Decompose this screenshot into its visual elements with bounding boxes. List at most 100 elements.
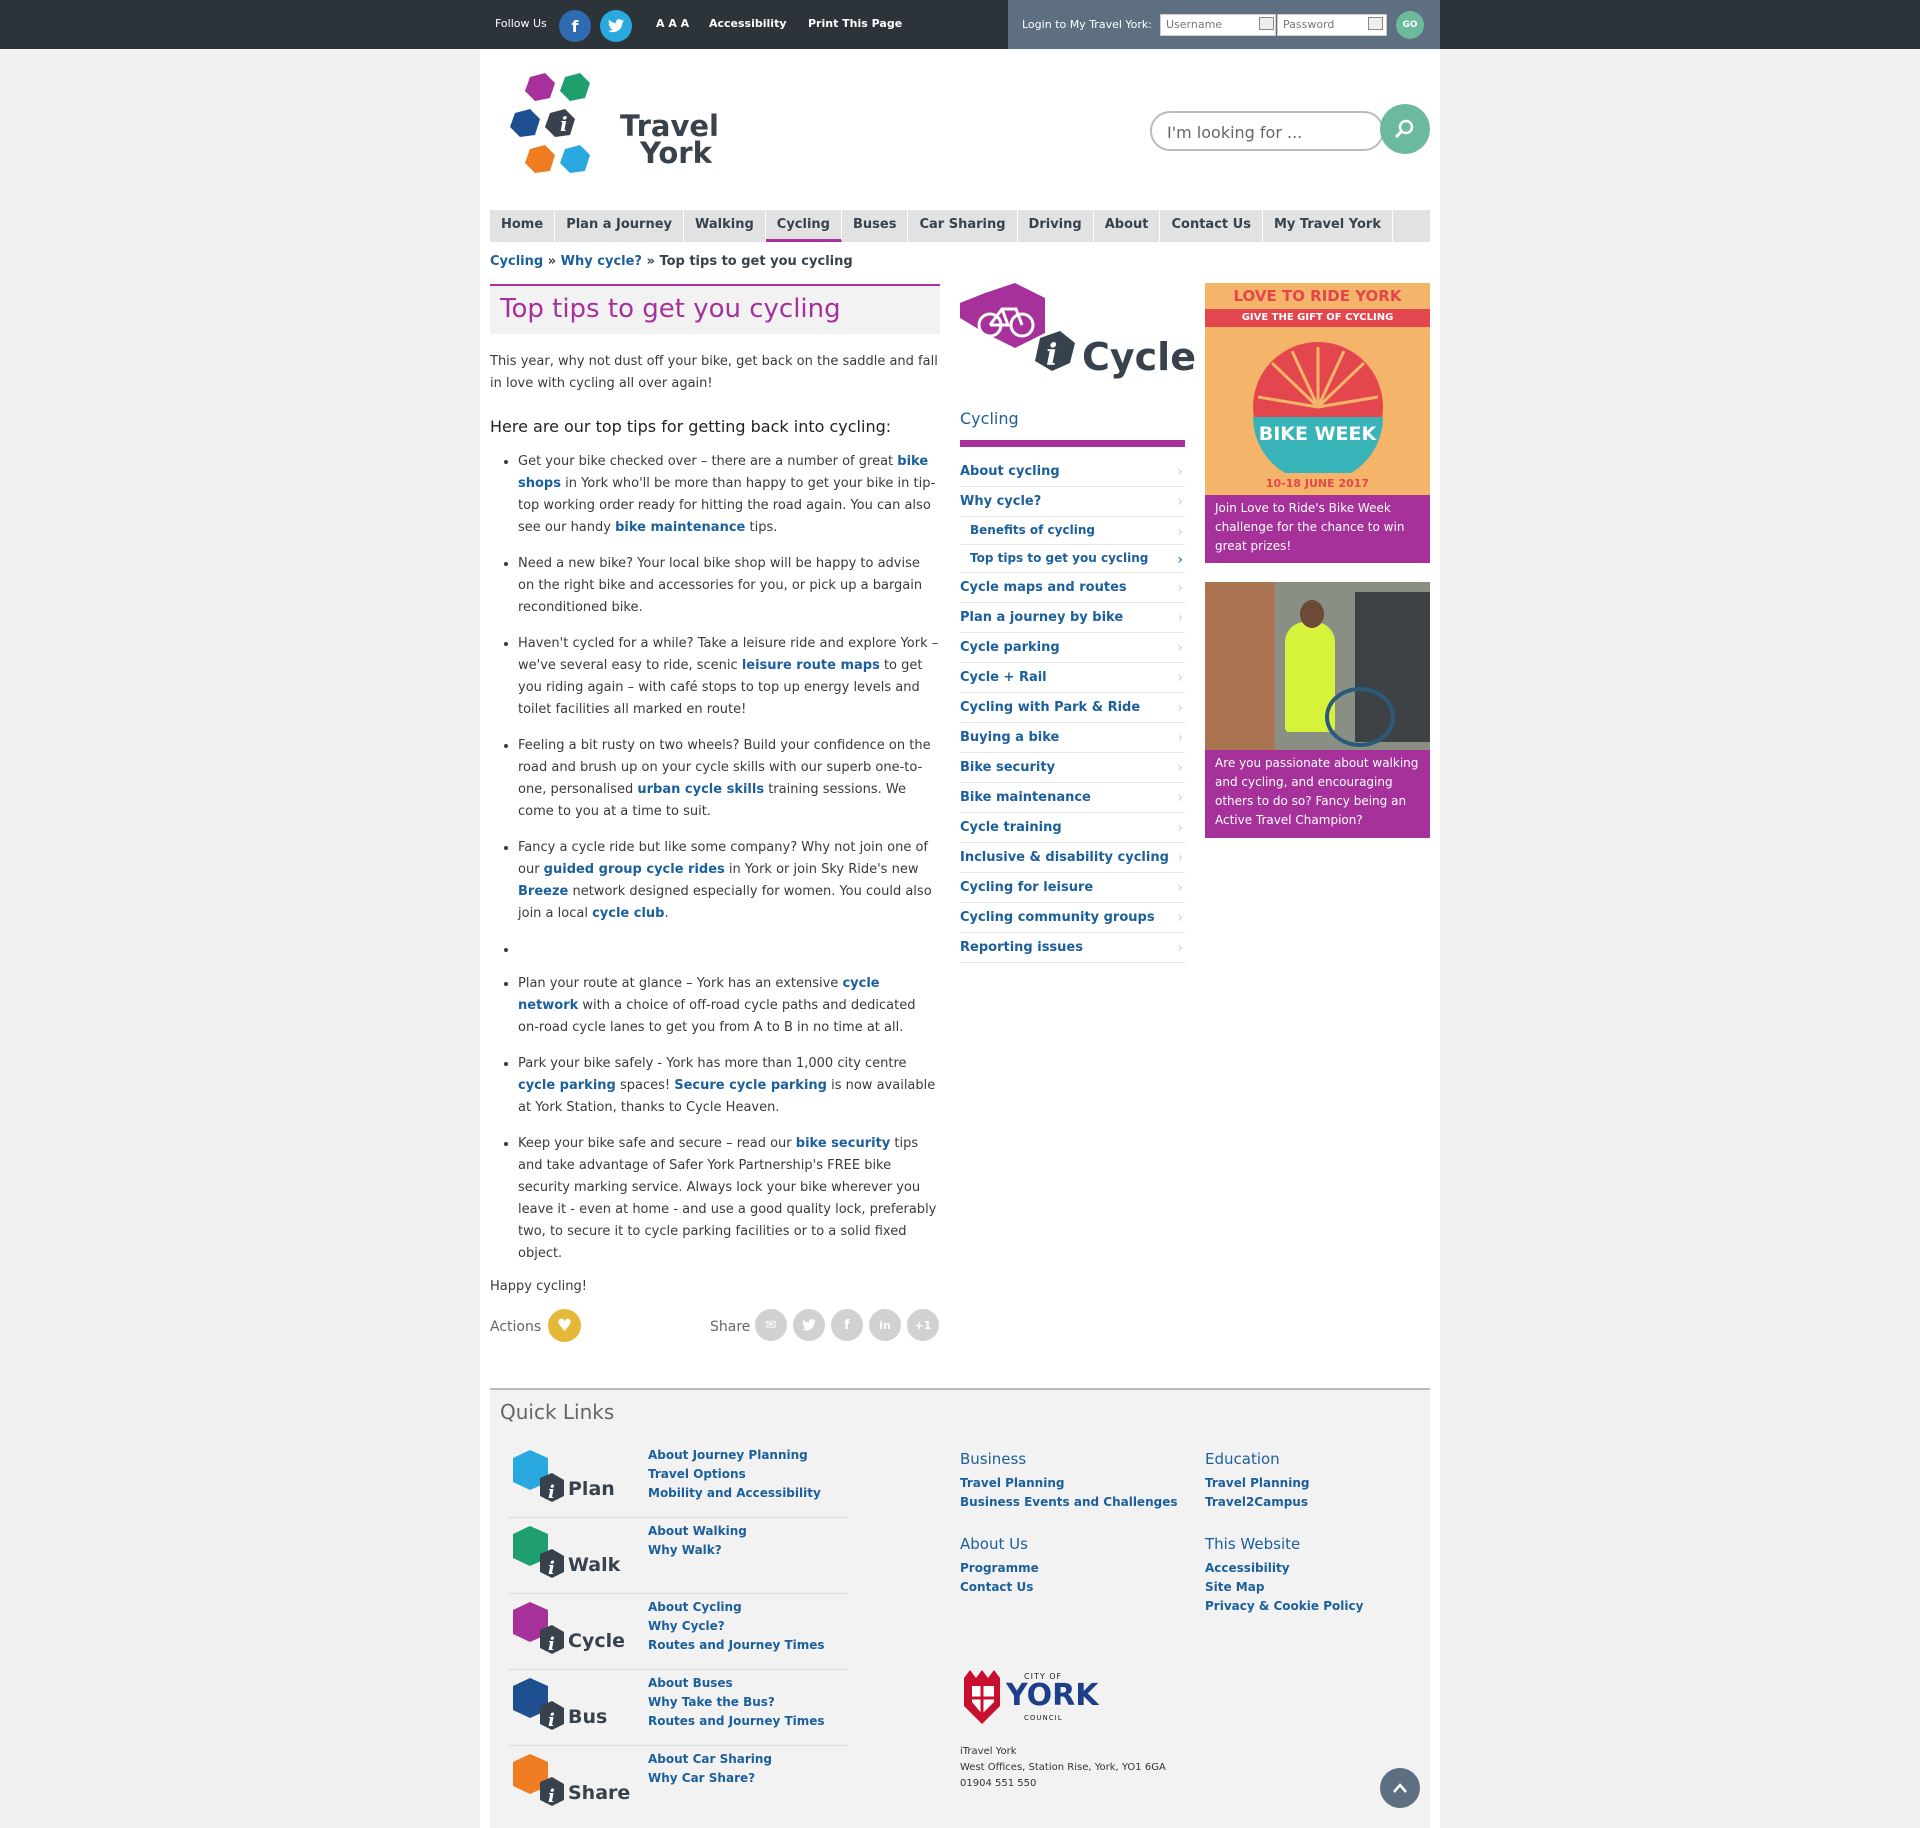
link-accessibility[interactable]: Accessibility (1205, 1559, 1363, 1578)
facebook-icon[interactable]: f (831, 1309, 863, 1341)
chevron-right-icon: › (1177, 850, 1183, 866)
sidebar-item-buying-bike[interactable]: Buying a bike › (960, 723, 1185, 753)
about-heading: About Us (960, 1535, 1028, 1553)
link-mobility-accessibility[interactable]: Mobility and Accessibility (648, 1484, 821, 1503)
secure-cycle-parking-link[interactable]: Secure cycle parking (674, 1078, 827, 1093)
search-input[interactable]: I'm looking for ... (1150, 111, 1384, 151)
link-why-car-share[interactable]: Why Car Share? (648, 1769, 772, 1788)
link-about-cycling[interactable]: About Cycling (648, 1598, 825, 1617)
nav-buses[interactable]: Buses (842, 210, 909, 242)
nav-contact-us[interactable]: Contact Us (1160, 210, 1263, 242)
nav-about[interactable]: About (1094, 210, 1161, 242)
bike-maintenance-link[interactable]: bike maintenance (615, 520, 745, 535)
heart-icon[interactable]: ♥ (548, 1309, 581, 1342)
sidebar-item-cycle-rail[interactable]: Cycle + Rail › (960, 663, 1185, 693)
twitter-icon[interactable] (600, 10, 632, 42)
sidebar-item-reporting-issues[interactable]: Reporting issues › (960, 933, 1185, 963)
link-about-car-sharing[interactable]: About Car Sharing (648, 1750, 772, 1769)
sidebar-item-cycle-maps[interactable]: Cycle maps and routes › (960, 573, 1185, 603)
breadcrumb-current: Top tips to get you cycling (659, 254, 853, 269)
urban-cycle-skills-link[interactable]: urban cycle skills (637, 782, 764, 797)
ibus-logo[interactable]: i Bus (508, 1678, 618, 1736)
page-title: Top tips to get you cycling (500, 294, 841, 324)
link-about-journey-planning[interactable]: About Journey Planning (648, 1446, 821, 1465)
google-plus-icon[interactable]: +1 (907, 1309, 939, 1341)
active-travel-promo[interactable]: Are you passionate about walking and cyc… (1205, 582, 1430, 838)
section-nav-title[interactable]: Cycling (960, 409, 1185, 447)
facebook-icon[interactable]: f (559, 10, 591, 42)
sidebar-item-community-groups[interactable]: Cycling community groups › (960, 903, 1185, 933)
bike-week-text: Join Love to Ride's Bike Week challenge … (1205, 495, 1430, 563)
nav-cycling[interactable]: Cycling (765, 210, 842, 242)
link-why-cycle[interactable]: Why Cycle? (648, 1617, 825, 1636)
icycle-small-logo[interactable]: i Cycle (508, 1602, 625, 1660)
itravel-york-logo[interactable]: i Travel York (510, 73, 719, 193)
city-of-york-council-logo[interactable]: CITY OF YORK COUNCIL (960, 1668, 1100, 1728)
sidebar-item-bike-security[interactable]: Bike security › (960, 753, 1185, 783)
accessibility-link[interactable]: Accessibility (709, 17, 787, 30)
cycle-parking-link[interactable]: cycle parking (518, 1078, 616, 1093)
breadcrumb-cycling[interactable]: Cycling (490, 254, 543, 269)
link-why-walk[interactable]: Why Walk? (648, 1541, 747, 1560)
link-about-buses[interactable]: About Buses (648, 1674, 825, 1693)
link-travel2campus[interactable]: Travel2Campus (1205, 1493, 1309, 1512)
iwalk-logo[interactable]: i Walk (508, 1526, 620, 1584)
link-site-map[interactable]: Site Map (1205, 1578, 1363, 1597)
link-contact-us[interactable]: Contact Us (960, 1578, 1039, 1597)
breeze-link[interactable]: Breeze (518, 884, 568, 899)
intro-text: This year, why not dust off your bike, g… (490, 354, 938, 391)
sidebar-item-park-ride[interactable]: Cycling with Park & Ride › (960, 693, 1185, 723)
bike-week-promo[interactable]: LOVE TO RIDE YORK GIVE THE GIFT OF CYCLI… (1205, 283, 1430, 563)
cycle-club-link[interactable]: cycle club (592, 906, 664, 921)
twitter-icon[interactable] (793, 1309, 825, 1341)
nav-car-sharing[interactable]: Car Sharing (908, 210, 1018, 242)
list-item: Park your bike safely - York has more th… (518, 1053, 940, 1119)
login-go-button[interactable]: GO (1396, 11, 1424, 39)
link-business-travel-planning[interactable]: Travel Planning (960, 1474, 1177, 1493)
nav-plan-a-journey[interactable]: Plan a Journey (555, 210, 685, 242)
email-icon[interactable]: ✉ (755, 1309, 787, 1341)
chevron-up-icon (1393, 1783, 1407, 1793)
link-bus-routes[interactable]: Routes and Journey Times (648, 1712, 825, 1731)
address-block: iTravel York West Offices, Station Rise,… (960, 1746, 1166, 1789)
sidebar-item-cycle-parking[interactable]: Cycle parking › (960, 633, 1185, 663)
breadcrumb-why-cycle[interactable]: Why cycle? (561, 254, 642, 269)
sidebar-item-about-cycling[interactable]: About cycling › (960, 457, 1185, 487)
sidebar-item-cycling-leisure[interactable]: Cycling for leisure › (960, 873, 1185, 903)
link-programme[interactable]: Programme (960, 1559, 1039, 1578)
actions-bar: Actions ♥ (490, 1309, 581, 1342)
sidebar-item-why-cycle[interactable]: Why cycle? › (960, 487, 1185, 517)
link-education-travel-planning[interactable]: Travel Planning (1205, 1474, 1309, 1493)
sidebar-item-benefits-of-cycling[interactable]: Benefits of cycling › (960, 517, 1185, 545)
sidebar-item-cycle-training[interactable]: Cycle training › (960, 813, 1185, 843)
link-cycle-routes[interactable]: Routes and Journey Times (648, 1636, 825, 1655)
top-bar: Follow Us f A A A Accessibility Print Th… (0, 0, 1920, 49)
text-size-toggle[interactable]: A A A (656, 17, 689, 30)
bike-security-link[interactable]: bike security (796, 1136, 890, 1151)
nav-home[interactable]: Home (490, 210, 556, 242)
link-about-walking[interactable]: About Walking (648, 1522, 747, 1541)
linkedin-icon[interactable]: in (869, 1309, 901, 1341)
guided-group-rides-link[interactable]: guided group cycle rides (544, 862, 725, 877)
back-to-top-button[interactable] (1380, 1768, 1420, 1808)
iplan-logo[interactable]: i Plan (508, 1450, 618, 1508)
link-why-bus[interactable]: Why Take the Bus? (648, 1693, 825, 1712)
search-button[interactable] (1380, 104, 1430, 154)
sidebar-item-bike-maintenance[interactable]: Bike maintenance › (960, 783, 1185, 813)
print-page-link[interactable]: Print This Page (808, 17, 902, 30)
link-privacy-cookie[interactable]: Privacy & Cookie Policy (1205, 1597, 1363, 1616)
link-travel-options[interactable]: Travel Options (648, 1465, 821, 1484)
ishare-logo[interactable]: i Share (508, 1754, 630, 1812)
chevron-right-icon: › (1177, 880, 1183, 896)
sidebar-item-plan-journey-bike[interactable]: Plan a journey by bike › (960, 603, 1185, 633)
quick-links-cycle: i Cycle About Cycling Why Cycle? Routes … (508, 1594, 848, 1670)
nav-walking[interactable]: Walking (684, 210, 766, 242)
sidebar-item-inclusive-cycling[interactable]: Inclusive & disability cycling › (960, 843, 1185, 873)
link-business-events[interactable]: Business Events and Challenges (960, 1493, 1177, 1512)
nav-driving[interactable]: Driving (1018, 210, 1094, 242)
leisure-route-maps-link[interactable]: leisure route maps (742, 658, 880, 673)
main-nav: Home Plan a Journey Walking Cycling Buse… (490, 210, 1430, 242)
svg-text:i: i (560, 112, 568, 136)
sidebar-item-top-tips[interactable]: Top tips to get you cycling › (960, 545, 1185, 573)
nav-my-travel-york[interactable]: My Travel York (1263, 210, 1393, 242)
